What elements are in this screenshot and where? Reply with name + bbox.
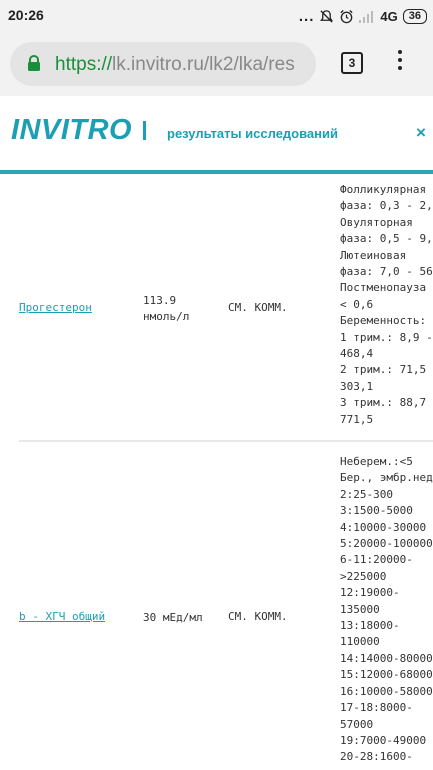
address-bar[interactable]: https://lk.invitro.ru/lk2/lka/res bbox=[10, 42, 316, 86]
test-comment: СМ. КОММ. bbox=[228, 301, 288, 314]
battery-icon: 36 bbox=[402, 8, 427, 24]
test-name-link[interactable]: Прогестерон bbox=[19, 301, 92, 314]
notification-dots-icon: ... bbox=[298, 7, 315, 25]
test-value: 30 мЕд/мл bbox=[143, 610, 203, 626]
status-time: 20:26 bbox=[8, 7, 44, 23]
url-path: lk.invitro.ru/lk2/lka/res bbox=[112, 54, 295, 75]
lock-icon bbox=[28, 55, 40, 71]
close-icon[interactable]: × bbox=[416, 123, 426, 143]
test-value-text: 113.9 нмоль/л bbox=[143, 294, 190, 323]
test-value: 113.9 нмоль/л bbox=[143, 293, 189, 325]
test-value-text: 30 мЕд/мл bbox=[143, 611, 203, 624]
row-divider bbox=[19, 440, 433, 442]
site-header: INVITRO результаты исследований × bbox=[0, 96, 433, 170]
invitro-logo[interactable]: INVITRO bbox=[11, 114, 132, 147]
alarm-icon bbox=[340, 9, 353, 23]
status-icons: ... 4G 36 bbox=[299, 6, 427, 26]
mute-bell-icon bbox=[320, 9, 334, 23]
tab-switcher-button[interactable]: 3 bbox=[341, 52, 363, 74]
test-name-link[interactable]: b - ХГЧ общий bbox=[19, 610, 105, 623]
browser-toolbar: https://lk.invitro.ru/lk2/lka/res 3 bbox=[0, 32, 433, 96]
overflow-menu-icon[interactable] bbox=[394, 50, 406, 78]
results-table: Прогестерон 113.9 нмоль/л СМ. КОММ. Фолл… bbox=[0, 174, 433, 770]
status-bar: 20:26 ... 4G 36 bbox=[0, 0, 433, 32]
reference-range: Неберем.:<5 Бер., эмбр.нед 2:25-300 3:15… bbox=[340, 455, 433, 764]
reference-range: Фолликулярная фаза: 0,3 - 2,2 Овуляторна… bbox=[340, 183, 433, 426]
signal-icon bbox=[359, 10, 374, 23]
table-row: b - ХГЧ общий 30 мЕд/мл СМ. КОММ. Небере… bbox=[0, 444, 433, 770]
table-row: Прогестерон 113.9 нмоль/л СМ. КОММ. Фолл… bbox=[0, 174, 433, 438]
url-protocol: https:// bbox=[55, 54, 113, 75]
test-comment: СМ. КОММ. bbox=[228, 610, 288, 623]
network-type: 4G bbox=[380, 8, 398, 24]
header-divider bbox=[143, 121, 146, 140]
url-text: https://lk.invitro.ru/lk2/lka/res bbox=[55, 54, 295, 76]
page-title: результаты исследований bbox=[167, 126, 338, 141]
